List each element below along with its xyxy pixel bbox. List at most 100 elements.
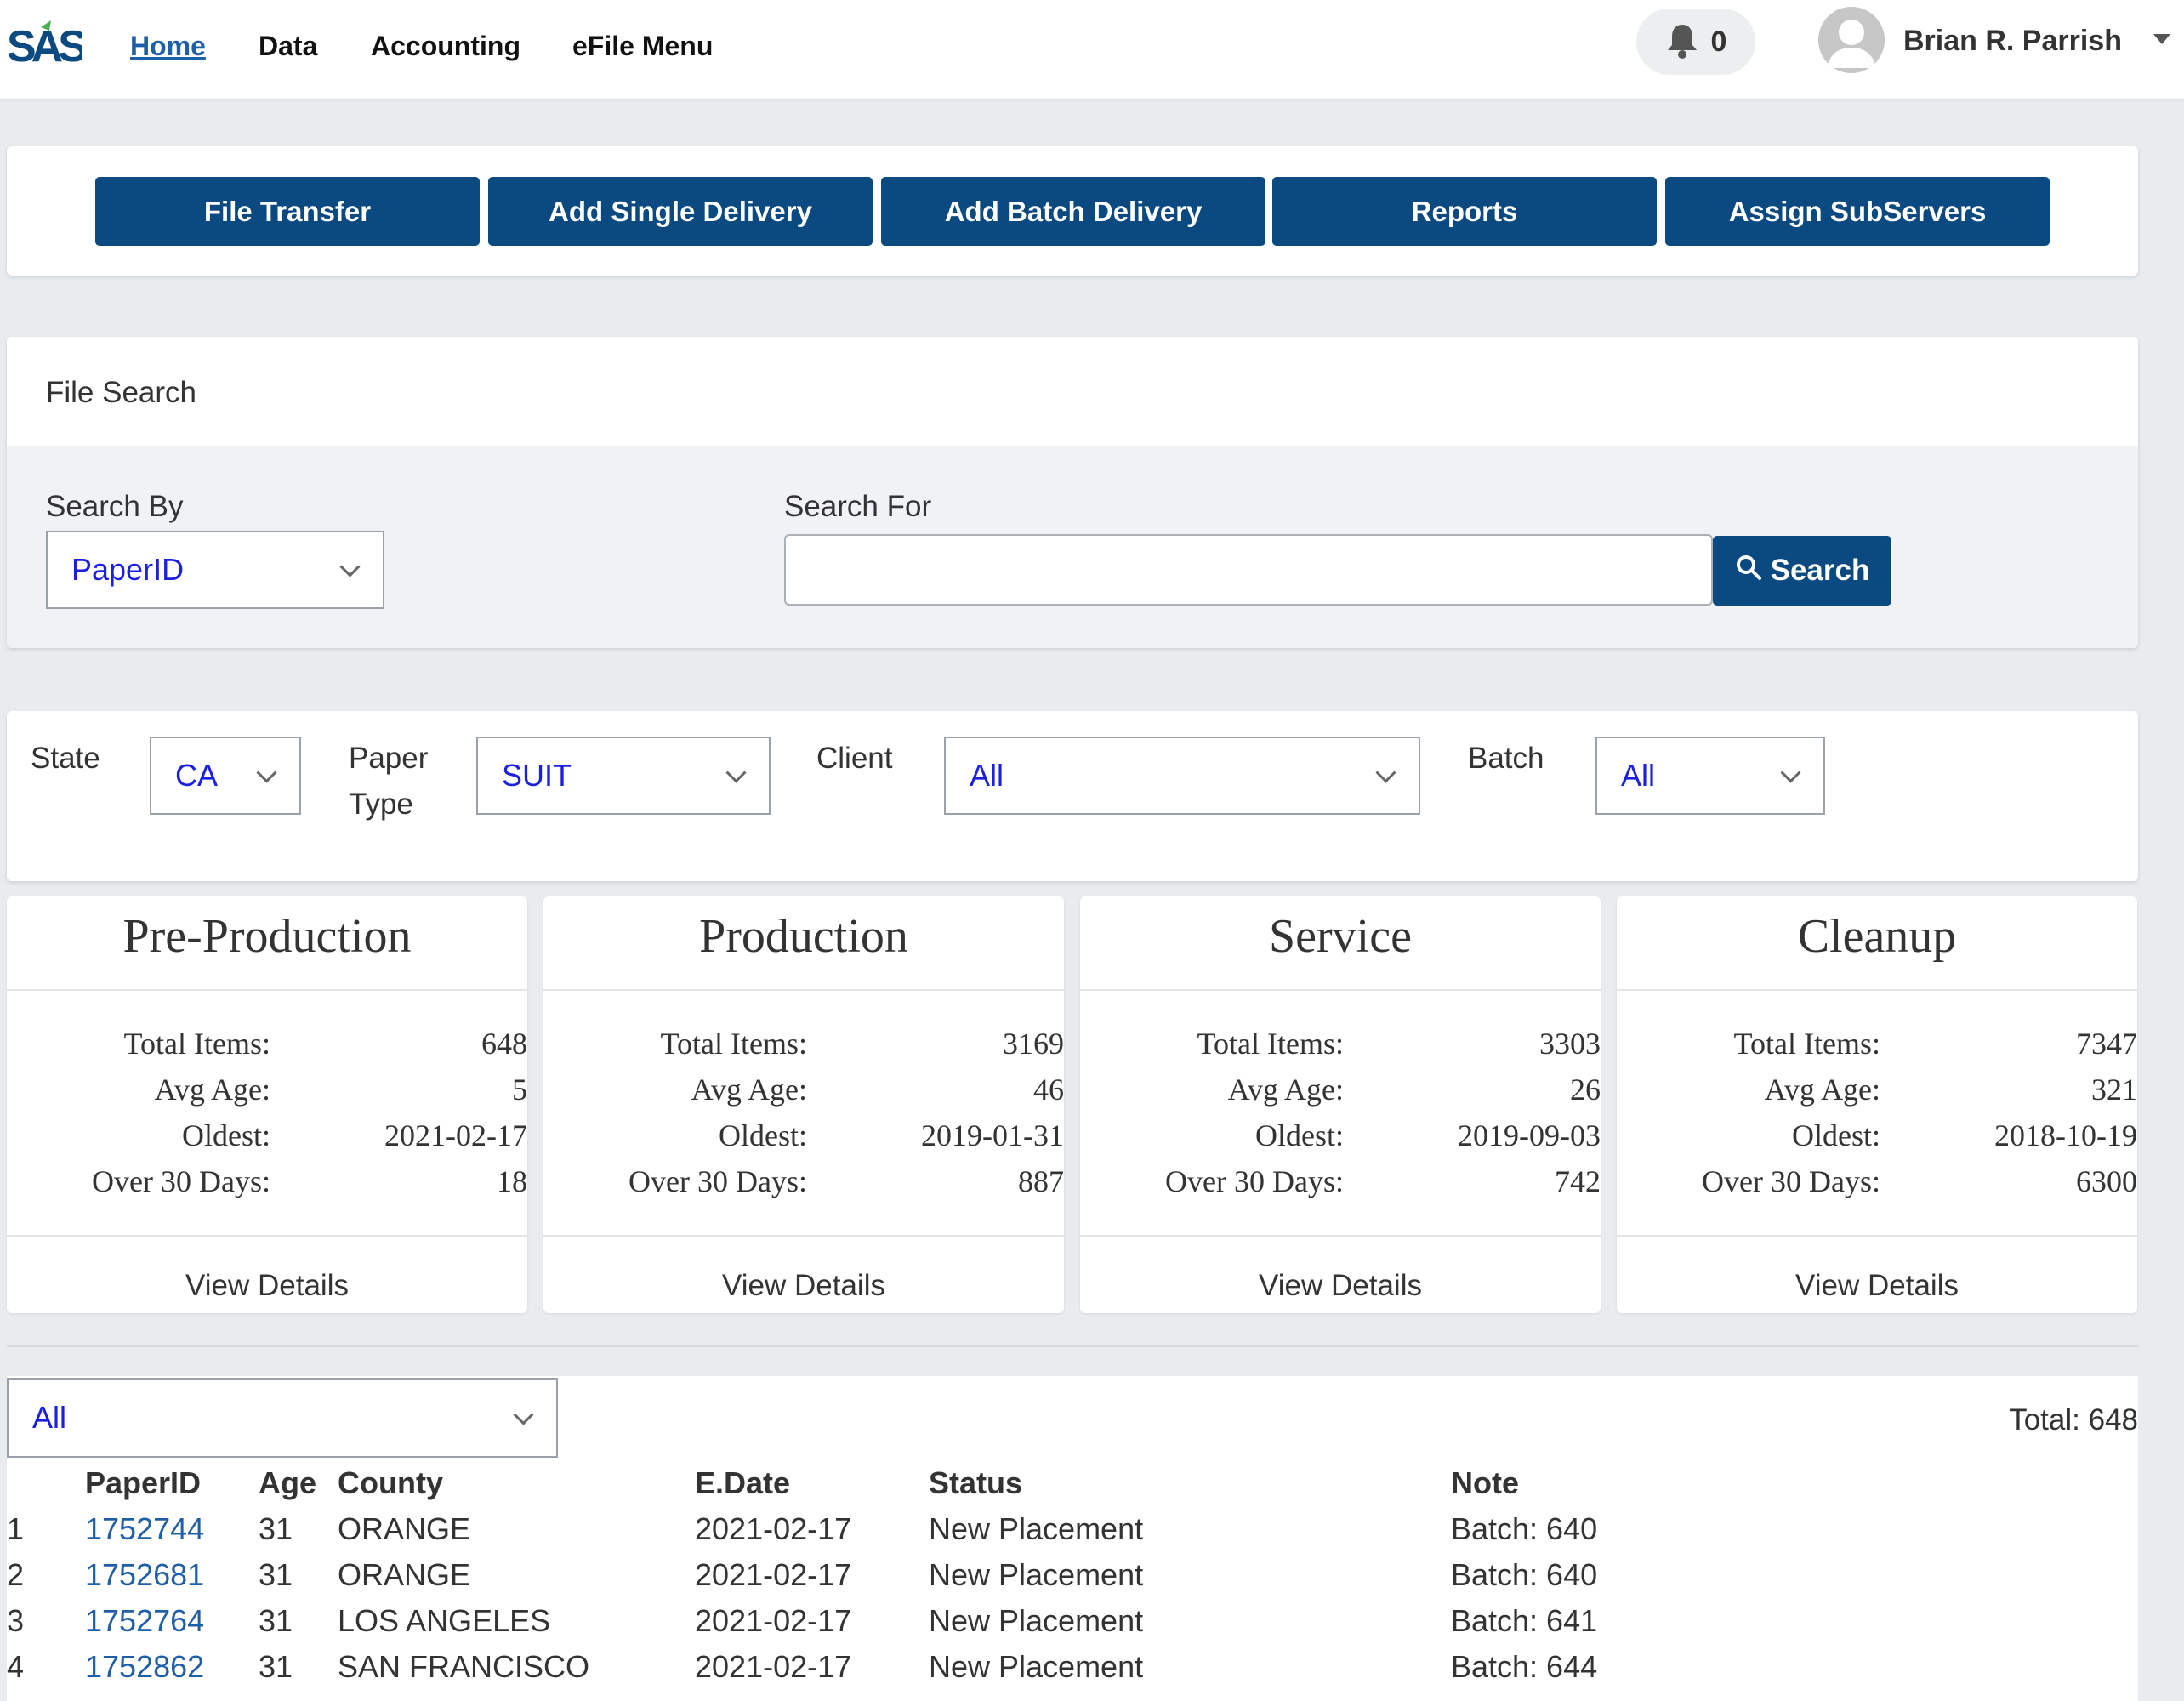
oldest-label: Oldest:: [1255, 1118, 1344, 1152]
over-30-days-value: 742: [1555, 1164, 1601, 1198]
divider: [1617, 989, 2137, 991]
oldest-value: 2021-02-17: [384, 1118, 527, 1152]
age-cell: 31: [259, 1557, 293, 1592]
svg-text:SAS: SAS: [7, 22, 82, 71]
age-cell: 31: [259, 1511, 293, 1546]
avg-age-value: 5: [512, 1072, 527, 1107]
view-details-link[interactable]: View Details: [1080, 1267, 1601, 1305]
column-header-note[interactable]: Note: [1451, 1465, 1519, 1502]
county-cell: ORANGE: [338, 1511, 471, 1546]
status-cell: New Placement: [929, 1603, 1144, 1638]
over-30-days-label: Over 30 Days:: [1702, 1164, 1880, 1198]
add-batch-delivery-button[interactable]: Add Batch Delivery: [881, 177, 1265, 246]
over-30-days-value: 887: [1018, 1164, 1064, 1198]
column-header-status[interactable]: Status: [929, 1465, 1022, 1502]
oldest-label: Oldest:: [719, 1118, 807, 1152]
nav-home[interactable]: Home: [130, 26, 206, 66]
add-single-delivery-button[interactable]: Add Single Delivery: [488, 177, 873, 246]
assign-subservers-button[interactable]: Assign SubServers: [1665, 177, 2050, 246]
search-button-label: Search: [1770, 554, 1870, 587]
reports-button[interactable]: Reports: [1272, 177, 1657, 246]
state-select[interactable]: CA: [150, 737, 301, 815]
over-30-days-label: Over 30 Days:: [628, 1164, 807, 1198]
oldest-value: 2019-09-03: [1458, 1118, 1601, 1152]
oldest-label: Oldest:: [1792, 1118, 1880, 1152]
user-name[interactable]: Brian R. Parrish: [1903, 22, 2122, 60]
edate-cell: 2021-02-17: [695, 1557, 852, 1592]
avg-age-label: Avg Age:: [691, 1072, 807, 1107]
stage-title: Cleanup: [1797, 910, 1957, 963]
file-transfer-button[interactable]: File Transfer: [95, 177, 480, 246]
notifications-button[interactable]: 0: [1636, 9, 1755, 75]
table-row[interactable]: 1 1752744 31 ORANGE 2021-02-17 New Place…: [0, 1510, 2138, 1556]
avg-age-label: Avg Age:: [1227, 1072, 1344, 1107]
total-count: Total: 648: [2009, 1403, 2138, 1436]
caret-down-icon[interactable]: [2153, 34, 2170, 44]
edate-cell: 2021-02-17: [695, 1649, 852, 1684]
divider: [543, 989, 1064, 991]
batch-select[interactable]: All: [1595, 737, 1825, 815]
nav-accounting[interactable]: Accounting: [371, 26, 520, 66]
age-cell: 31: [259, 1649, 293, 1684]
column-header-county[interactable]: County: [338, 1465, 443, 1502]
note-cell: Batch: 644: [1451, 1649, 1598, 1684]
total-items-value: 3169: [1003, 1027, 1064, 1061]
batch-label: Batch: [1468, 742, 1544, 775]
oldest-value: 2019-01-31: [921, 1118, 1064, 1152]
edate-cell: 2021-02-17: [695, 1603, 852, 1638]
search-button[interactable]: Search: [1713, 536, 1891, 606]
avg-age-value: 26: [1570, 1072, 1601, 1107]
notification-count: 0: [1710, 25, 1727, 58]
divider: [7, 1235, 527, 1237]
sas-logo[interactable]: SAS: [7, 17, 91, 73]
row-index: 2: [7, 1557, 25, 1592]
table-filter-select[interactable]: All: [7, 1378, 558, 1458]
client-select[interactable]: All: [944, 737, 1420, 815]
table-row[interactable]: 4 1752862 31 SAN FRANCISCO 2021-02-17 Ne…: [0, 1648, 2138, 1694]
search-for-label: Search For: [784, 490, 932, 523]
chevron-down-icon: [725, 762, 747, 783]
table-row[interactable]: 3 1752764 31 LOS ANGELES 2021-02-17 New …: [0, 1602, 2138, 1648]
stage-title: Production: [699, 910, 908, 963]
table-row[interactable]: 2 1752681 31 ORANGE 2021-02-17 New Place…: [0, 1556, 2138, 1602]
search-by-value: PaperID: [71, 552, 185, 587]
stage-card-service: Service Total Items: 3303 Avg Age: 26 Ol…: [1080, 896, 1601, 1313]
divider: [1080, 1235, 1601, 1237]
chevron-down-icon: [256, 762, 277, 783]
total-items-label: Total Items:: [1733, 1027, 1880, 1061]
stage-title: Pre-Production: [122, 910, 412, 963]
client-value: All: [970, 758, 1004, 793]
chevron-down-icon: [513, 1404, 534, 1425]
stage-card-cleanup: Cleanup Total Items: 7347 Avg Age: 321 O…: [1617, 896, 2137, 1313]
total-items-label: Total Items:: [123, 1027, 270, 1061]
search-by-select[interactable]: PaperID: [46, 531, 384, 609]
view-details-link[interactable]: View Details: [7, 1267, 527, 1305]
search-for-input[interactable]: [784, 534, 1713, 606]
nav-efile-menu[interactable]: eFile Menu: [572, 26, 713, 66]
county-cell: ORANGE: [338, 1557, 471, 1592]
column-header-age[interactable]: Age: [259, 1465, 316, 1502]
status-cell: New Placement: [929, 1557, 1144, 1592]
file-search-header: [7, 337, 2138, 446]
divider: [7, 989, 527, 991]
paper-id-link[interactable]: 1752764: [85, 1602, 204, 1640]
paper-id-link[interactable]: 1752744: [85, 1510, 204, 1548]
user-avatar-icon[interactable]: [1818, 7, 1885, 73]
row-index: 1: [7, 1511, 25, 1546]
stage-title: Service: [1269, 910, 1412, 963]
county-cell: SAN FRANCISCO: [338, 1649, 590, 1684]
paper-id-link[interactable]: 1752862: [85, 1648, 204, 1686]
column-header-edate[interactable]: E.Date: [695, 1465, 790, 1502]
view-details-link[interactable]: View Details: [543, 1267, 1064, 1305]
note-cell: Batch: 640: [1451, 1557, 1598, 1592]
paper-type-select[interactable]: SUIT: [476, 737, 771, 815]
divider: [1617, 1235, 2137, 1237]
status-cell: New Placement: [929, 1511, 1144, 1546]
column-header-paperid[interactable]: PaperID: [85, 1465, 201, 1502]
avg-age-label: Avg Age:: [1764, 1072, 1880, 1107]
view-details-link[interactable]: View Details: [1617, 1267, 2137, 1305]
paper-id-link[interactable]: 1752681: [85, 1556, 204, 1594]
total-items-value: 7347: [2076, 1027, 2137, 1061]
oldest-label: Oldest:: [182, 1118, 270, 1152]
nav-data[interactable]: Data: [259, 26, 317, 66]
